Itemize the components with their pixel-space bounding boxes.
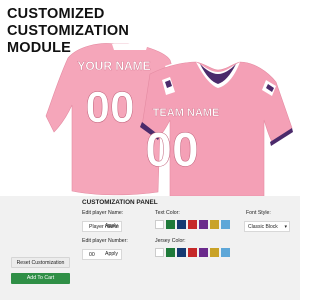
jersey-color-swatch[interactable]: [199, 248, 208, 257]
add-to-cart-button[interactable]: Add To Cart: [11, 273, 70, 284]
page-title-line: MODULE: [7, 40, 72, 56]
font-style-value: Classic Block: [248, 224, 278, 230]
text-color-swatch[interactable]: [199, 220, 208, 229]
jersey-back-name: YOUR NAME: [77, 59, 150, 73]
panel-title: CUSTOMIZATION PANEL: [82, 199, 158, 206]
font-style-label: Font Style:: [246, 210, 271, 216]
apply-number-button[interactable]: Apply: [105, 249, 118, 260]
jersey-back-number: 00: [86, 83, 135, 132]
jersey-color-swatch[interactable]: [166, 248, 175, 257]
font-style-select[interactable]: Classic Block ▾: [244, 221, 290, 232]
apply-name-button[interactable]: Apply: [105, 221, 118, 232]
text-color-swatch[interactable]: [210, 220, 219, 229]
player-number-label: Edit player Number:: [82, 238, 128, 244]
jersey-color-swatch[interactable]: [177, 248, 186, 257]
jersey-front-number: 00: [145, 124, 198, 177]
jersey-color-swatch[interactable]: [221, 248, 230, 257]
jersey-color-swatch[interactable]: [188, 248, 197, 257]
reset-customization-button[interactable]: Reset Customization: [11, 257, 70, 268]
jersey-front-name: TEAM NAME: [153, 107, 220, 119]
page-title-line: CUSTOMIZATION: [7, 23, 130, 39]
page-title: CUSTOMIZED CUSTOMIZATION MODULE: [7, 6, 187, 57]
text-color-swatch[interactable]: [155, 220, 164, 229]
jersey-color-swatch[interactable]: [155, 248, 164, 257]
chevron-down-icon: ▾: [284, 224, 287, 230]
player-name-label: Edit player Name:: [82, 210, 124, 216]
text-color-label: Text Color:: [155, 210, 180, 216]
text-color-swatch[interactable]: [188, 220, 197, 229]
text-color-swatch[interactable]: [177, 220, 186, 229]
page-title-line: CUSTOMIZED: [7, 6, 105, 22]
jersey-color-label: Jersey Color:: [155, 238, 186, 244]
text-color-swatch[interactable]: [221, 220, 230, 229]
text-color-swatch[interactable]: [166, 220, 175, 229]
jersey-color-swatch[interactable]: [210, 248, 219, 257]
